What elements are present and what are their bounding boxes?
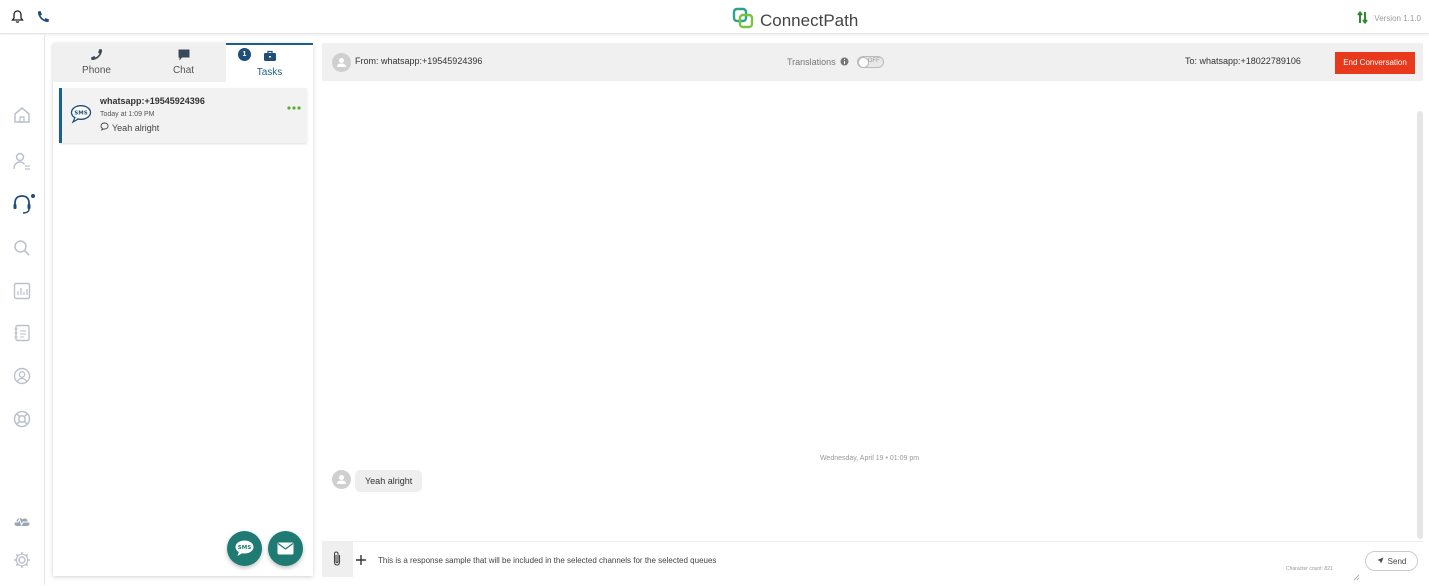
more-options-icon[interactable] bbox=[287, 98, 301, 116]
settings-icon[interactable] bbox=[12, 550, 32, 570]
svg-text:SMS: SMS bbox=[238, 545, 251, 551]
tasks-panel: Phone Chat 1 Tasks SMS whatsapp:+1954592… bbox=[53, 43, 313, 576]
translations-control: Translations OFF bbox=[787, 56, 884, 68]
date-separator: Wednesday, April 19 • 01:09 pm bbox=[819, 455, 920, 462]
task-time: Today at 1:09 PM bbox=[100, 111, 155, 118]
message-composer: This is a response sample that will be i… bbox=[322, 541, 1423, 581]
task-title: whatsapp:+19545924396 bbox=[100, 96, 205, 106]
brand-name: ConnectPath bbox=[760, 10, 859, 30]
version-info: Version 1.1.0 bbox=[1357, 10, 1421, 26]
headset-icon[interactable] bbox=[12, 193, 35, 214]
message-bubble: Yeah alright bbox=[355, 470, 423, 492]
sms-bubble-icon: SMS bbox=[70, 104, 92, 129]
search-icon[interactable] bbox=[12, 238, 32, 258]
translations-toggle[interactable]: OFF bbox=[856, 56, 884, 68]
tab-phone-label: Phone bbox=[82, 65, 111, 76]
conversation-header: From: whatsapp:+19545924396 Translations… bbox=[322, 43, 1423, 81]
briefcase-icon bbox=[263, 49, 277, 66]
task-last-message-text: Yeah alright bbox=[112, 122, 160, 133]
phone-icon bbox=[90, 48, 104, 65]
message-input[interactable]: This is a response sample that will be i… bbox=[378, 556, 716, 565]
task-card[interactable]: SMS whatsapp:+19545924396 Today at 1:09 … bbox=[59, 88, 307, 143]
send-button[interactable]: Send bbox=[1365, 551, 1418, 571]
new-sms-button[interactable]: SMS bbox=[227, 531, 262, 566]
top-bar: ConnectPath Version 1.1.0 bbox=[0, 0, 1429, 34]
cloud-status-icon[interactable] bbox=[12, 511, 32, 531]
tab-chat-label: Chat bbox=[172, 65, 195, 76]
version-label: Version 1.1.0 bbox=[1374, 14, 1421, 23]
sort-arrows-icon[interactable] bbox=[1357, 10, 1369, 26]
bell-icon[interactable] bbox=[11, 10, 24, 29]
chat-icon bbox=[177, 48, 191, 65]
envelope-icon bbox=[277, 542, 294, 560]
end-conversation-button[interactable]: End Conversation bbox=[1335, 52, 1415, 74]
address-book-icon[interactable] bbox=[12, 323, 32, 343]
paperclip-icon bbox=[332, 551, 342, 571]
home-icon[interactable] bbox=[12, 105, 32, 125]
tab-chat[interactable]: Chat bbox=[140, 43, 227, 82]
brand-logo: ConnectPath bbox=[732, 7, 858, 34]
message-bubble-icon bbox=[100, 122, 109, 133]
phone-icon[interactable] bbox=[36, 10, 50, 29]
resize-handle-icon[interactable] bbox=[1353, 568, 1360, 586]
avatar bbox=[332, 470, 351, 489]
tasks-count-badge: 1 bbox=[238, 48, 251, 61]
svg-text:SMS: SMS bbox=[74, 111, 87, 117]
plus-icon[interactable] bbox=[355, 553, 367, 571]
left-sidebar bbox=[0, 35, 45, 585]
translations-label: Translations bbox=[787, 57, 836, 67]
user-circle-icon[interactable] bbox=[12, 366, 32, 386]
connectpath-logo-icon bbox=[732, 7, 754, 34]
info-icon[interactable] bbox=[840, 57, 849, 68]
message-thread: Wednesday, April 19 • 01:09 pm Yeah alri… bbox=[322, 81, 1423, 541]
reports-icon[interactable] bbox=[12, 281, 32, 301]
contacts-icon[interactable] bbox=[12, 151, 32, 171]
send-arrow-icon bbox=[1377, 557, 1384, 566]
task-last-message: Yeah alright bbox=[100, 122, 159, 133]
to-address: To: whatsapp:+18022789106 bbox=[1185, 56, 1301, 66]
new-email-button[interactable] bbox=[268, 531, 303, 566]
support-icon[interactable] bbox=[12, 409, 32, 429]
toggle-state: OFF bbox=[867, 58, 880, 64]
tab-phone[interactable]: Phone bbox=[53, 43, 140, 82]
send-label: Send bbox=[1387, 556, 1407, 566]
character-count: Character count: 821 bbox=[1286, 566, 1333, 572]
from-address: From: whatsapp:+19545924396 bbox=[355, 56, 483, 66]
conversation-panel: From: whatsapp:+19545924396 Translations… bbox=[322, 43, 1423, 581]
tab-tasks-label: Tasks bbox=[256, 67, 283, 78]
channel-tabs: Phone Chat 1 Tasks bbox=[53, 43, 313, 82]
tab-tasks[interactable]: 1 Tasks bbox=[226, 43, 313, 82]
thread-scrollbar[interactable] bbox=[1417, 111, 1423, 539]
sms-icon: SMS bbox=[234, 539, 255, 563]
attach-button[interactable] bbox=[322, 542, 353, 577]
avatar bbox=[332, 53, 351, 72]
